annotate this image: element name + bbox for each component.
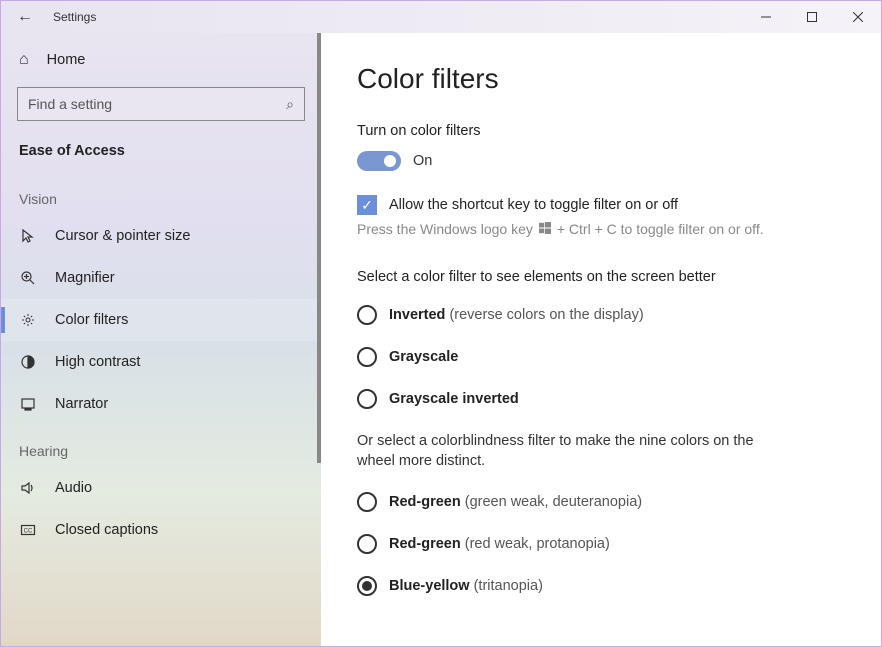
group-label-vision: Vision [1, 173, 321, 215]
radio-icon [357, 347, 377, 367]
hint-post: + Ctrl + C to toggle filter on or off. [557, 221, 764, 237]
search-icon: ⌕ [286, 96, 294, 113]
color-filters-toggle[interactable] [357, 151, 401, 171]
sidebar-item-narrator[interactable]: Narrator [1, 383, 321, 425]
radio-label: Red-green (red weak, protanopia) [389, 536, 610, 552]
sidebar-item-label: Audio [55, 480, 92, 496]
shortcut-hint: Press the Windows logo key + Ctrl + C to… [357, 221, 845, 237]
search-placeholder: Find a setting [28, 96, 112, 112]
close-button[interactable] [835, 1, 881, 33]
window-controls [743, 1, 881, 33]
radio-red-green-protanopia[interactable]: Red-green (red weak, protanopia) [357, 534, 845, 554]
audio-icon [19, 479, 37, 497]
sidebar-item-label: Color filters [55, 312, 128, 328]
cursor-icon [19, 227, 37, 245]
windows-logo-icon [539, 221, 551, 237]
home-icon: ⌂ [19, 51, 29, 69]
sidebar-scrollbar[interactable] [317, 33, 321, 463]
radio-label: Red-green (green weak, deuteranopia) [389, 494, 642, 510]
radio-label: Grayscale inverted [389, 391, 519, 407]
sidebar: ⌂ Home Find a setting ⌕ Ease of Access V… [1, 33, 321, 646]
toggle-knob [384, 155, 396, 167]
color-filters-icon [19, 311, 37, 329]
sidebar-item-label: High contrast [55, 354, 140, 370]
shortcut-checkbox[interactable]: ✓ [357, 195, 377, 215]
sidebar-item-label: Closed captions [55, 522, 158, 538]
sidebar-home[interactable]: ⌂ Home [1, 41, 321, 79]
magnifier-icon [19, 269, 37, 287]
search-wrap: Find a setting ⌕ [17, 87, 305, 121]
filter-heading: Select a color filter to see elements on… [357, 269, 845, 285]
svg-text:CC: CC [24, 529, 33, 535]
shortcut-checkbox-label: Allow the shortcut key to toggle filter … [389, 197, 678, 213]
radio-red-green-deuteranopia[interactable]: Red-green (green weak, deuteranopia) [357, 492, 845, 512]
radio-grayscale[interactable]: Grayscale [357, 347, 845, 367]
sidebar-item-label: Cursor & pointer size [55, 228, 190, 244]
check-icon: ✓ [361, 197, 373, 214]
radio-icon [357, 492, 377, 512]
hint-pre: Press the Windows logo key [357, 221, 533, 237]
high-contrast-icon [19, 353, 37, 371]
window-title: Settings [53, 10, 96, 24]
back-arrow-icon[interactable]: ← [17, 8, 33, 26]
sidebar-item-magnifier[interactable]: Magnifier [1, 257, 321, 299]
main-layout: ⌂ Home Find a setting ⌕ Ease of Access V… [1, 33, 881, 646]
radio-grayscale-inverted[interactable]: Grayscale inverted [357, 389, 845, 409]
toggle-row: On [357, 151, 845, 171]
radio-label: Blue-yellow (tritanopia) [389, 578, 543, 594]
radio-icon [357, 389, 377, 409]
content-pane: Color filters Turn on color filters On ✓… [321, 33, 881, 646]
toggle-section-label: Turn on color filters [357, 123, 845, 139]
titlebar: ← Settings [1, 1, 881, 33]
titlebar-left: ← Settings [1, 8, 96, 26]
shortcut-checkbox-row[interactable]: ✓ Allow the shortcut key to toggle filte… [357, 195, 845, 215]
sidebar-item-color-filters[interactable]: Color filters [1, 299, 321, 341]
radio-inverted[interactable]: Inverted (reverse colors on the display) [357, 305, 845, 325]
toggle-state-label: On [413, 153, 432, 169]
sidebar-item-label: Narrator [55, 396, 108, 412]
group-label-hearing: Hearing [1, 425, 321, 467]
sidebar-item-cursor-pointer-size[interactable]: Cursor & pointer size [1, 215, 321, 257]
narrator-icon [19, 395, 37, 413]
radio-icon [357, 534, 377, 554]
colorblindness-heading: Or select a colorblindness filter to mak… [357, 431, 777, 472]
maximize-button[interactable] [789, 1, 835, 33]
sidebar-item-label: Magnifier [55, 270, 115, 286]
page-title: Color filters [357, 63, 845, 95]
home-label: Home [47, 52, 86, 68]
minimize-button[interactable] [743, 1, 789, 33]
category-header: Ease of Access [1, 135, 321, 173]
sidebar-item-closed-captions[interactable]: CC Closed captions [1, 509, 321, 551]
radio-label: Inverted (reverse colors on the display) [389, 307, 644, 323]
radio-icon [357, 305, 377, 325]
radio-icon [357, 576, 377, 596]
radio-label: Grayscale [389, 349, 458, 365]
closed-captions-icon: CC [19, 521, 37, 539]
sidebar-item-audio[interactable]: Audio [1, 467, 321, 509]
search-input[interactable]: Find a setting ⌕ [17, 87, 305, 121]
sidebar-item-high-contrast[interactable]: High contrast [1, 341, 321, 383]
radio-blue-yellow-tritanopia[interactable]: Blue-yellow (tritanopia) [357, 576, 845, 596]
